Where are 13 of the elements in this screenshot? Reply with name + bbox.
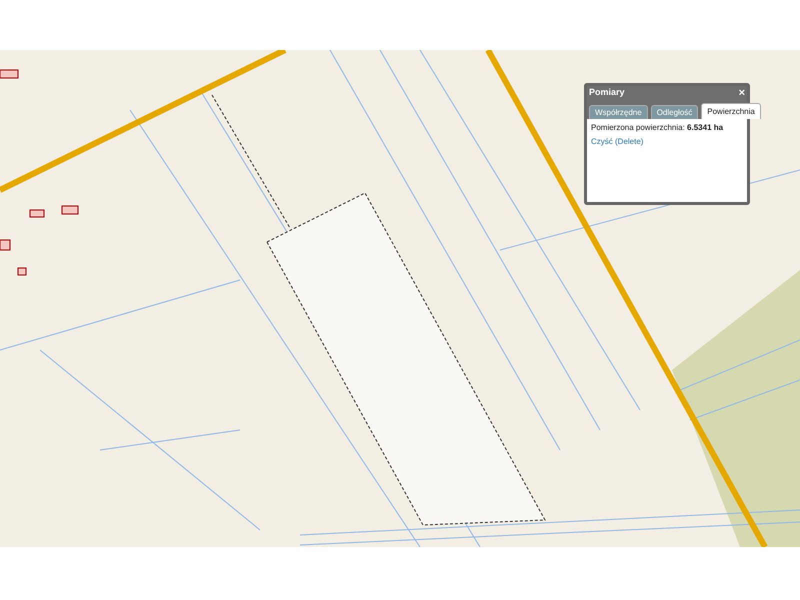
measured-area-text: Pomierzona powierzchnia: 6.5341 ha [591, 122, 724, 134]
building [18, 268, 26, 276]
building [30, 210, 44, 218]
building [0, 70, 18, 78]
clear-link[interactable]: Czyść (Delete) [591, 136, 743, 148]
building [0, 240, 10, 250]
close-button[interactable]: × [738, 88, 745, 98]
panel-tab[interactable]: Odległość [650, 105, 698, 119]
panel-title: Pomiary [589, 86, 625, 100]
map-background[interactable]: Pomiary × Współrzędne Odległość Powierzchnia Pomierzona powierzchnia: 6.5341 ha Czyść (Delete) [0, 50, 800, 547]
panel-tab[interactable]: Powierzchnia [701, 103, 761, 119]
building [62, 206, 78, 214]
panel-tab[interactable]: Współrzędne [589, 105, 648, 119]
